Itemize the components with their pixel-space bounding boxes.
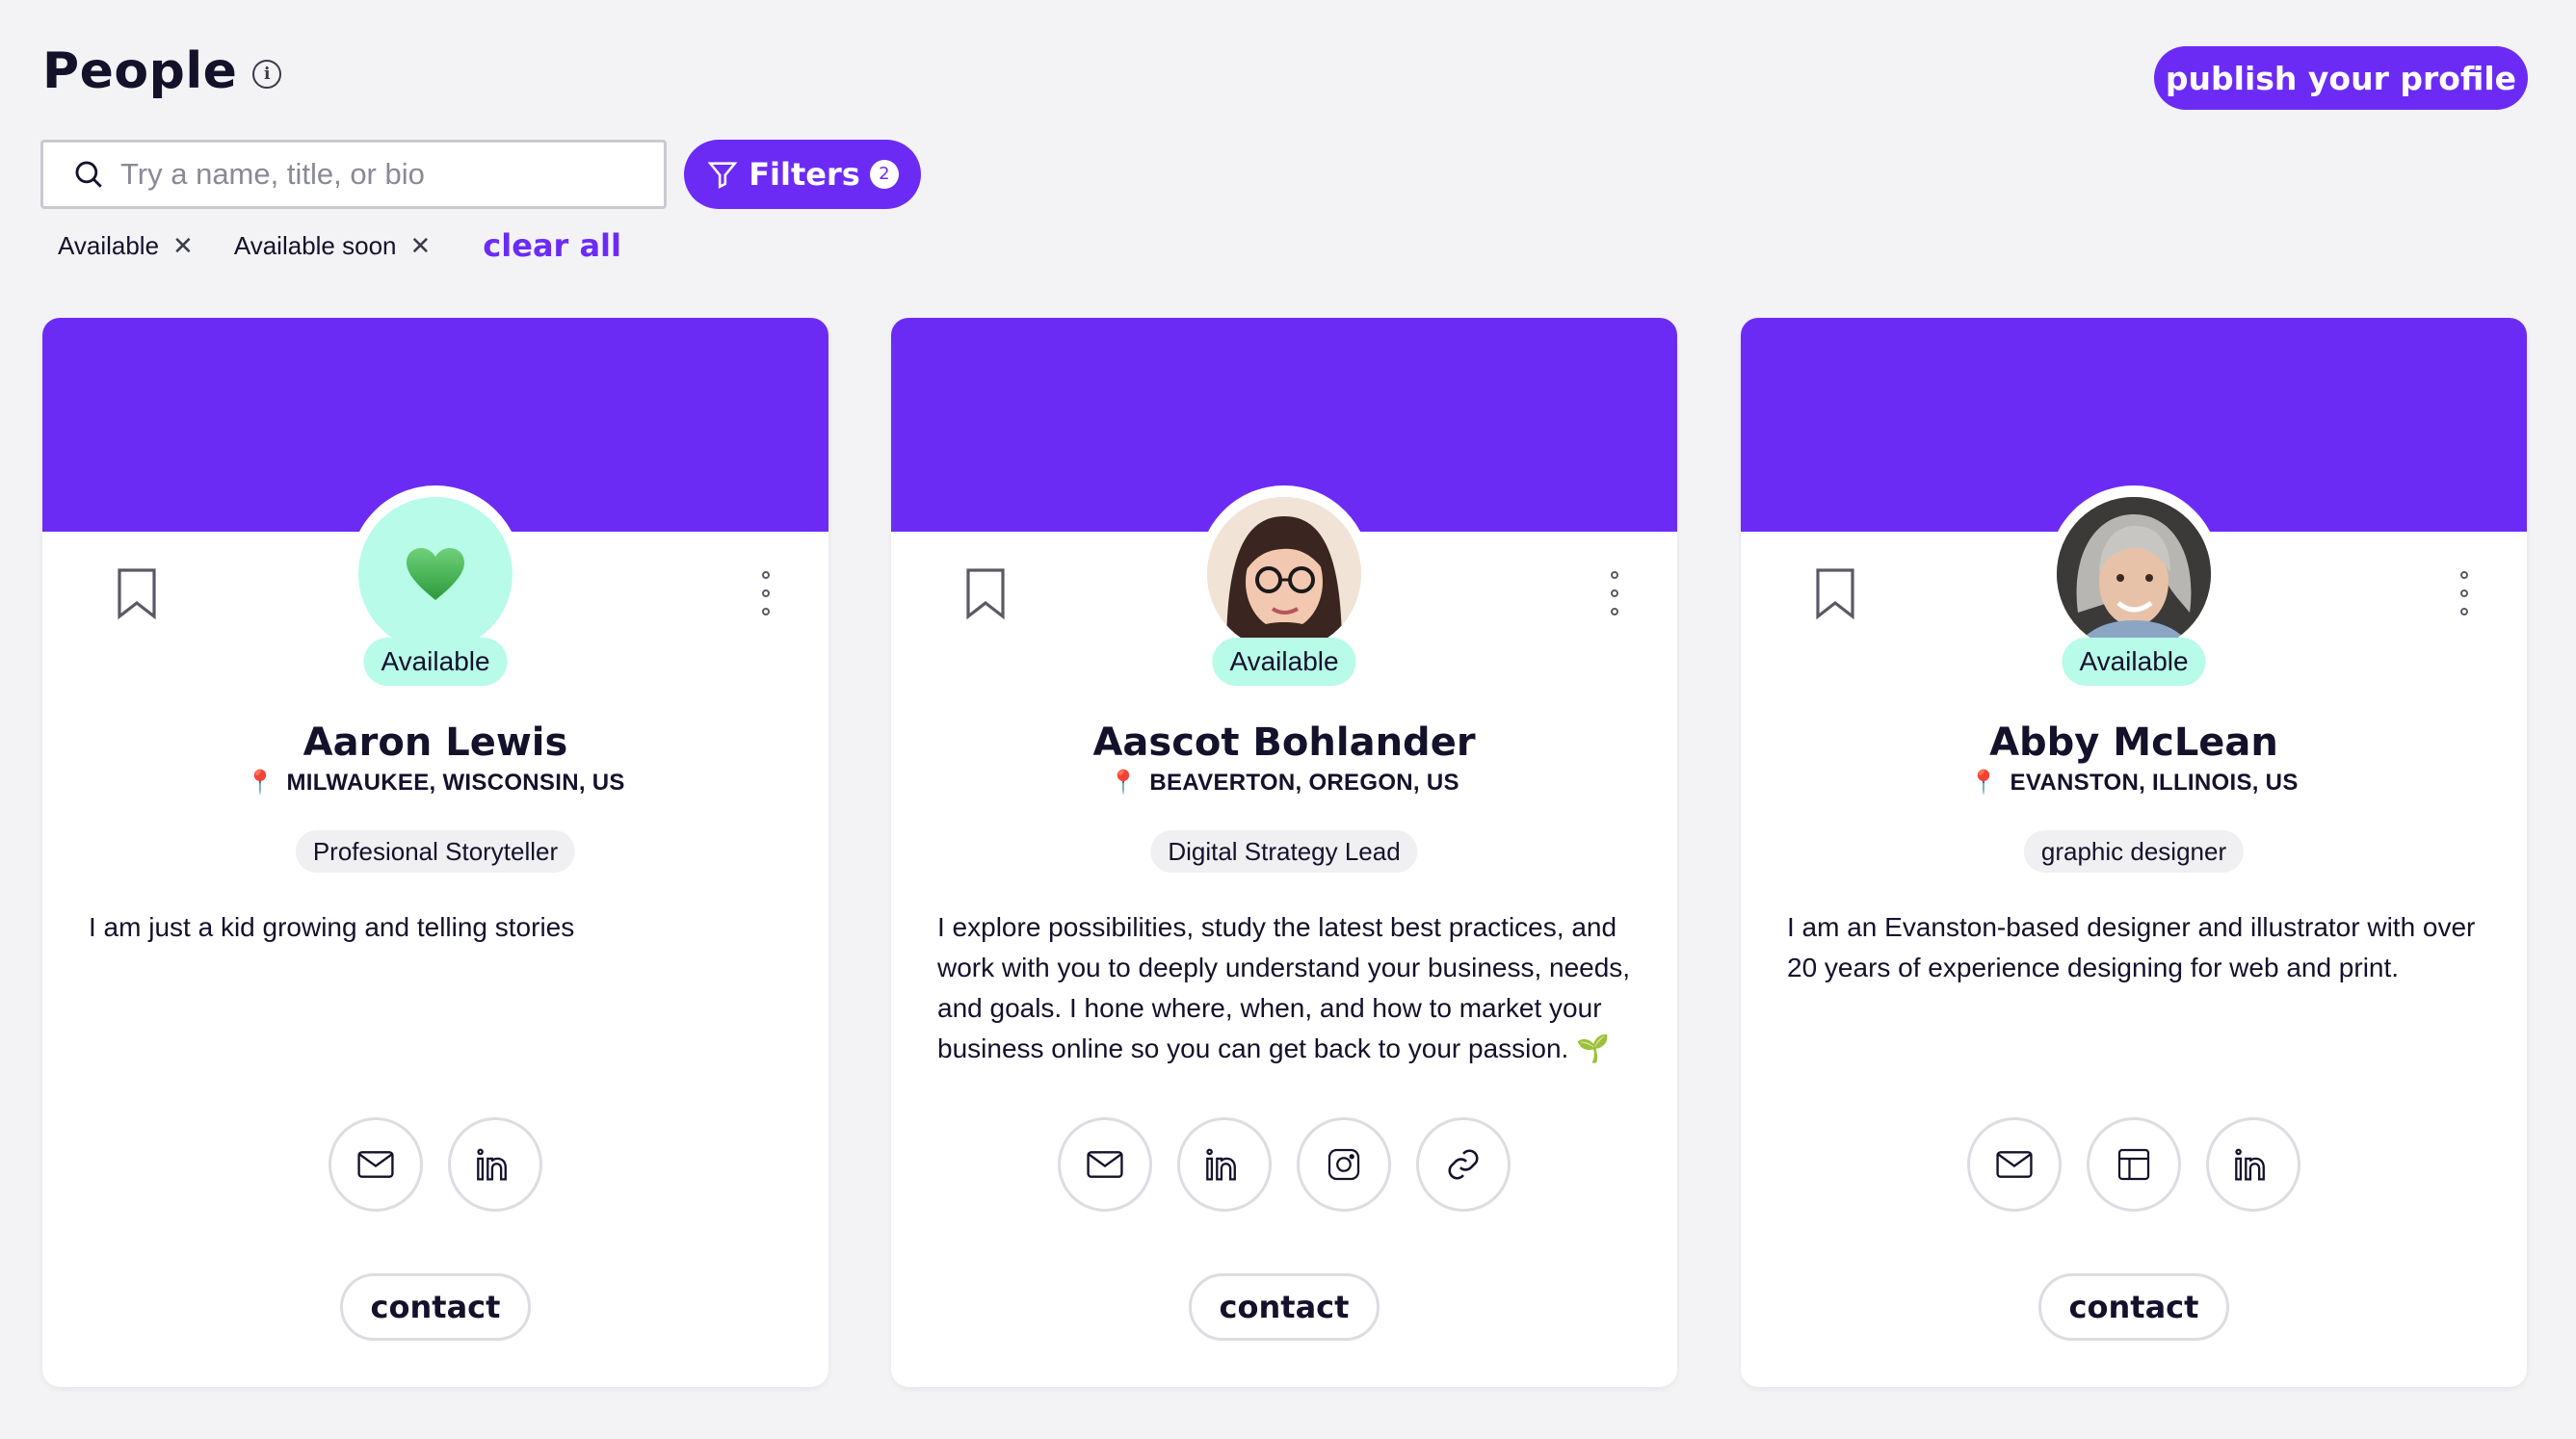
email-link-button[interactable] [1967, 1117, 2062, 1212]
instagram-icon [1327, 1148, 1360, 1181]
status-badge: Available [1212, 638, 1356, 686]
avatar[interactable] [2057, 497, 2211, 651]
filters-label: Filters [749, 156, 860, 193]
linkedin-icon [1206, 1148, 1236, 1181]
location-text: BEAVERTON, OREGON, US [1149, 769, 1459, 796]
profile-name: Aaron Lewis [302, 720, 568, 765]
role-tag: Digital Strategy Lead [1150, 830, 1418, 873]
more-options-icon[interactable] [2459, 570, 2469, 616]
social-links [1741, 1117, 2527, 1212]
profile-photo [2057, 497, 2211, 651]
profile-card: Available Aascot Bohlander 📍 BEAVERTON, … [891, 318, 1677, 1387]
page-title: People [42, 42, 238, 100]
avatar[interactable] [1207, 497, 1361, 651]
profile-photo [1207, 497, 1361, 651]
linkedin-link-button[interactable] [448, 1117, 542, 1212]
profile-bio: I am an Evanston-based designer and illu… [1787, 912, 2476, 982]
mail-icon [1996, 1151, 2033, 1178]
close-icon[interactable]: ✕ [410, 231, 432, 261]
location-pin-icon: 📍 [246, 770, 276, 796]
chip-label: Available [58, 230, 160, 260]
chip-label: Available soon [233, 230, 397, 260]
filters-count-badge: 2 [869, 160, 899, 189]
profile-bio: I explore possibilities, study the lates… [937, 912, 1631, 1063]
search-input[interactable] [118, 156, 662, 193]
info-icon[interactable]: i [252, 60, 282, 89]
social-links [891, 1117, 1677, 1212]
social-links [42, 1117, 828, 1212]
profile-card: Available Abby McLean 📍 EVANSTON, ILLINO… [1741, 318, 2527, 1387]
location-pin-icon: 📍 [1109, 770, 1139, 796]
email-link-button[interactable] [329, 1117, 423, 1212]
profile-location: 📍 BEAVERTON, OREGON, US [891, 769, 1677, 797]
location-text: MILWAUKEE, WISCONSIN, US [286, 769, 625, 796]
status-badge: Available [2062, 638, 2206, 686]
link-icon [1448, 1149, 1479, 1180]
more-options-icon[interactable] [761, 570, 771, 616]
profile-name: Aascot Bohlander [1092, 720, 1476, 765]
linkedin-icon [2235, 1148, 2265, 1181]
avatar[interactable] [358, 497, 513, 651]
portfolio-icon [2117, 1148, 2150, 1181]
role-tag: graphic designer [2023, 830, 2245, 873]
search-box[interactable] [40, 140, 667, 209]
clear-all-link[interactable]: clear all [483, 227, 621, 264]
profile-location: 📍 MILWAUKEE, WISCONSIN, US [42, 769, 828, 797]
mail-icon [1087, 1151, 1123, 1178]
bookmark-icon[interactable] [964, 566, 1007, 620]
publish-profile-button[interactable]: publish your profile [2154, 46, 2528, 110]
close-icon[interactable]: ✕ [172, 231, 194, 261]
portfolio-link-button[interactable] [2087, 1117, 2181, 1212]
website-link-button[interactable] [1416, 1117, 1511, 1212]
linkedin-link-button[interactable] [1177, 1117, 1272, 1212]
active-filters: Available ✕ Available soon ✕ clear all [58, 227, 621, 264]
green-heart-icon [407, 548, 464, 600]
linkedin-icon [477, 1148, 507, 1181]
mail-icon [357, 1151, 394, 1178]
filters-button[interactable]: Filters 2 [684, 140, 921, 209]
contact-button[interactable]: contact [2038, 1273, 2229, 1341]
contact-button[interactable]: contact [340, 1273, 531, 1341]
status-badge: Available [363, 638, 508, 686]
filter-chip-available-soon[interactable]: Available soon ✕ [234, 231, 431, 261]
contact-button[interactable]: contact [1189, 1273, 1380, 1341]
bookmark-icon[interactable] [116, 566, 158, 620]
profile-bio: I am just a kid growing and telling stor… [89, 912, 575, 942]
location-text: EVANSTON, ILLINOIS, US [2010, 769, 2299, 796]
role-tag: Profesional Storyteller [295, 830, 576, 873]
profile-location: 📍 EVANSTON, ILLINOIS, US [1741, 769, 2527, 797]
filter-chip-available[interactable]: Available ✕ [58, 231, 194, 261]
linkedin-link-button[interactable] [2206, 1117, 2300, 1212]
page-title-row: People i [42, 42, 282, 100]
profile-card: Available Aaron Lewis 📍 MILWAUKEE, WISCO… [42, 318, 828, 1387]
profile-name: Abby McLean [1989, 720, 2278, 765]
more-options-icon[interactable] [1610, 570, 1619, 616]
search-icon [75, 161, 102, 188]
instagram-link-button[interactable] [1297, 1117, 1391, 1212]
location-pin-icon: 📍 [1969, 770, 1999, 796]
funnel-icon [707, 162, 738, 189]
email-link-button[interactable] [1058, 1117, 1152, 1212]
bookmark-icon[interactable] [1814, 566, 1856, 620]
